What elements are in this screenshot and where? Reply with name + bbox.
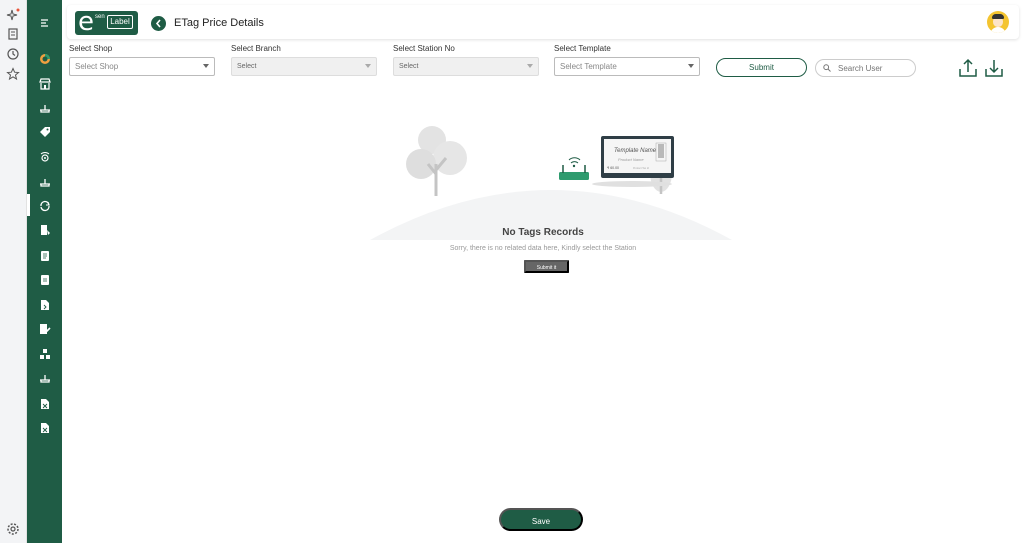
import-file-icon [40,423,49,433]
station-icon [39,105,50,113]
logo-e: e [78,7,94,37]
chevron-left-icon [155,19,161,28]
sidebar-item-shop[interactable] [27,74,62,94]
card-product-name: Product Name [618,157,644,162]
empty-state-illustration: Template Name Product Name ₹ 60.00 Produ… [370,126,732,240]
sidebar-item-station[interactable] [27,98,62,118]
file-icon [40,275,49,285]
card-tax-caption: Product Tax Id [633,167,650,170]
caret-down-icon [365,64,371,68]
history-icon[interactable] [6,47,20,61]
sidebar-item-reports[interactable] [27,220,62,240]
empty-state-subtitle: Sorry, there is no related data here, Ki… [449,245,637,252]
user-avatar[interactable] [987,11,1009,33]
empty-state-submit-button[interactable]: Submit it [524,260,569,273]
bookmark-icon[interactable] [6,27,20,41]
station-label: Select Station No [393,44,455,53]
branch-select[interactable]: Select [231,57,377,76]
station-select[interactable]: Select [393,57,539,76]
logo-sen: sen [95,14,105,20]
template-select[interactable]: Select Template [554,57,700,76]
save-button[interactable]: Save [499,508,583,531]
sidebar-item-router[interactable] [27,172,62,192]
shop-select[interactable]: Select Shop [69,57,215,76]
device-icon [39,375,50,383]
price-sync-icon [39,200,50,212]
sidebar-item-files[interactable] [27,270,62,290]
sidebar-item-inventory[interactable] [27,344,62,364]
station-select-value: Select [399,63,419,70]
sidebar-item-gateway[interactable] [27,147,62,167]
esen-label-logo[interactable]: e sen Label [75,7,138,37]
top-header: e sen Label ETag Price Details [67,5,1019,39]
boxes-icon [39,349,50,359]
search-user-box [815,59,916,77]
menu-toggle-icon[interactable] [27,13,62,33]
empty-state-title: No Tags Records [502,227,584,238]
browser-side-rail [0,0,27,543]
sidebar-item-device[interactable] [27,368,62,388]
download-icon[interactable] [984,58,1004,78]
sidebar-item-edit[interactable] [27,319,62,339]
page-title: ETag Price Details [174,17,264,29]
back-button[interactable] [151,16,166,31]
submit-button[interactable]: Submit [716,58,807,77]
caret-down-icon [688,64,694,68]
tag-icon [39,127,50,137]
branch-select-value: Select [237,63,257,70]
sidebar-item-excel[interactable] [27,394,62,414]
document-icon [40,251,49,261]
excel-file-icon [40,399,49,409]
logo-label: Label [107,15,133,29]
branch-label: Select Branch [231,44,281,53]
card-template-name: Template Name [614,148,657,154]
sidebar-item-import[interactable] [27,418,62,438]
shop-label: Select Shop [69,44,113,53]
sidebar-item-dashboard[interactable] [27,49,62,69]
dashboard-icon [39,54,50,64]
gateway-icon [40,152,49,162]
template-label: Select Template [554,44,611,53]
sidebar-item-tags[interactable] [27,122,62,142]
router-icon [39,179,50,187]
settings-gear-icon[interactable] [6,522,20,536]
template-select-placeholder: Select Template [560,62,617,71]
upload-icon[interactable] [958,58,978,78]
sidebar-item-export[interactable] [27,295,62,315]
app-sidebar [27,0,62,543]
search-user-input[interactable] [838,62,913,75]
shop-icon [38,78,51,90]
main-content: e sen Label ETag Price Details Select Sh… [62,0,1024,543]
star-icon[interactable] [6,67,20,81]
card-price: ₹ 60.00 [607,166,619,170]
sparkle-icon[interactable] [6,8,20,22]
shop-select-placeholder: Select Shop [75,62,119,71]
edit-document-icon [39,324,51,334]
export-file-icon [40,300,49,310]
search-icon [823,64,831,72]
sidebar-item-documents[interactable] [27,246,62,266]
sidebar-item-etag-price[interactable] [27,196,62,216]
caret-down-icon [527,64,533,68]
report-icon [40,225,50,235]
caret-down-icon [203,64,209,68]
